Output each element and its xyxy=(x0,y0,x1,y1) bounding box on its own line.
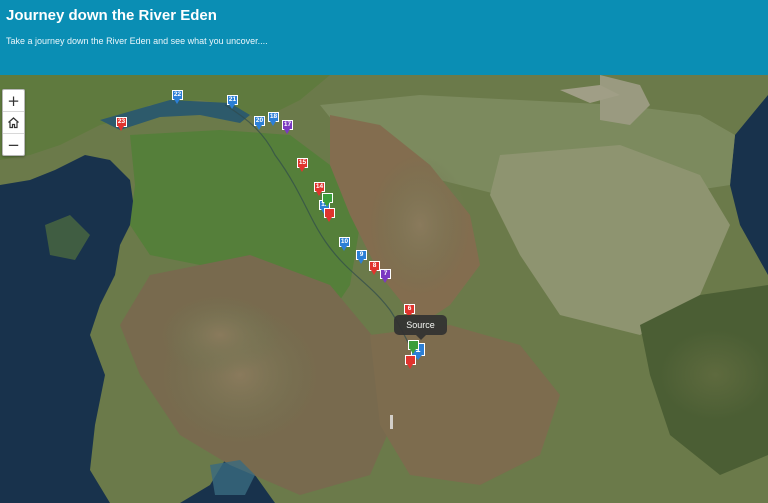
map-marker-pointer xyxy=(174,99,180,104)
map-marker-pointer xyxy=(341,246,347,251)
page-title: Journey down the River Eden xyxy=(6,7,217,24)
map-marker[interactable] xyxy=(324,208,335,222)
zoom-in-button[interactable]: + xyxy=(3,90,24,112)
map-marker[interactable]: 15 xyxy=(297,158,308,172)
tooltip-label: Source xyxy=(406,320,435,330)
map-marker[interactable] xyxy=(408,340,419,354)
marker-tooltip: Source xyxy=(394,315,447,340)
home-button[interactable] xyxy=(3,112,24,134)
map-marker[interactable]: 8 xyxy=(369,261,380,275)
map-marker[interactable]: 21 xyxy=(227,95,238,109)
map-marker-pointer xyxy=(284,129,290,134)
map-marker-pointer xyxy=(358,259,364,264)
map-marker-pointer xyxy=(299,167,305,172)
map-marker[interactable]: 17 xyxy=(282,120,293,134)
minus-icon: − xyxy=(7,135,20,154)
map-marker-pointer xyxy=(407,364,413,369)
map-marker-pointer xyxy=(382,278,388,283)
map-marker-pointer xyxy=(256,125,262,130)
plus-icon: + xyxy=(7,91,20,110)
map-view[interactable]: + − 1678910111415171820212223 Source xyxy=(0,75,768,503)
map-marker[interactable]: 23 xyxy=(116,117,127,131)
zoom-out-button[interactable]: − xyxy=(3,134,24,155)
map-marker-pointer xyxy=(326,217,332,222)
map-marker-pointer xyxy=(410,349,416,354)
map-marker-pointer xyxy=(229,104,235,109)
map-marker[interactable]: 9 xyxy=(356,250,367,264)
map-marker-pointer xyxy=(270,121,276,126)
satellite-basemap[interactable] xyxy=(0,75,768,503)
map-marker[interactable] xyxy=(405,355,416,369)
zoom-controls: + − xyxy=(2,89,25,156)
page-subtitle: Take a journey down the River Eden and s… xyxy=(6,36,268,46)
map-marker-pointer xyxy=(118,126,124,131)
map-marker-pointer xyxy=(371,270,377,275)
map-marker[interactable]: 22 xyxy=(172,90,183,104)
map-marker[interactable]: 7 xyxy=(380,269,391,283)
map-marker[interactable]: 10 xyxy=(339,237,350,251)
map-marker[interactable]: 18 xyxy=(268,112,279,126)
map-marker-pointer xyxy=(324,202,330,207)
map-marker[interactable]: 20 xyxy=(254,116,265,130)
home-icon xyxy=(8,117,19,129)
app-header: Journey down the River Eden Take a journ… xyxy=(0,0,768,75)
map-marker[interactable] xyxy=(322,193,333,207)
